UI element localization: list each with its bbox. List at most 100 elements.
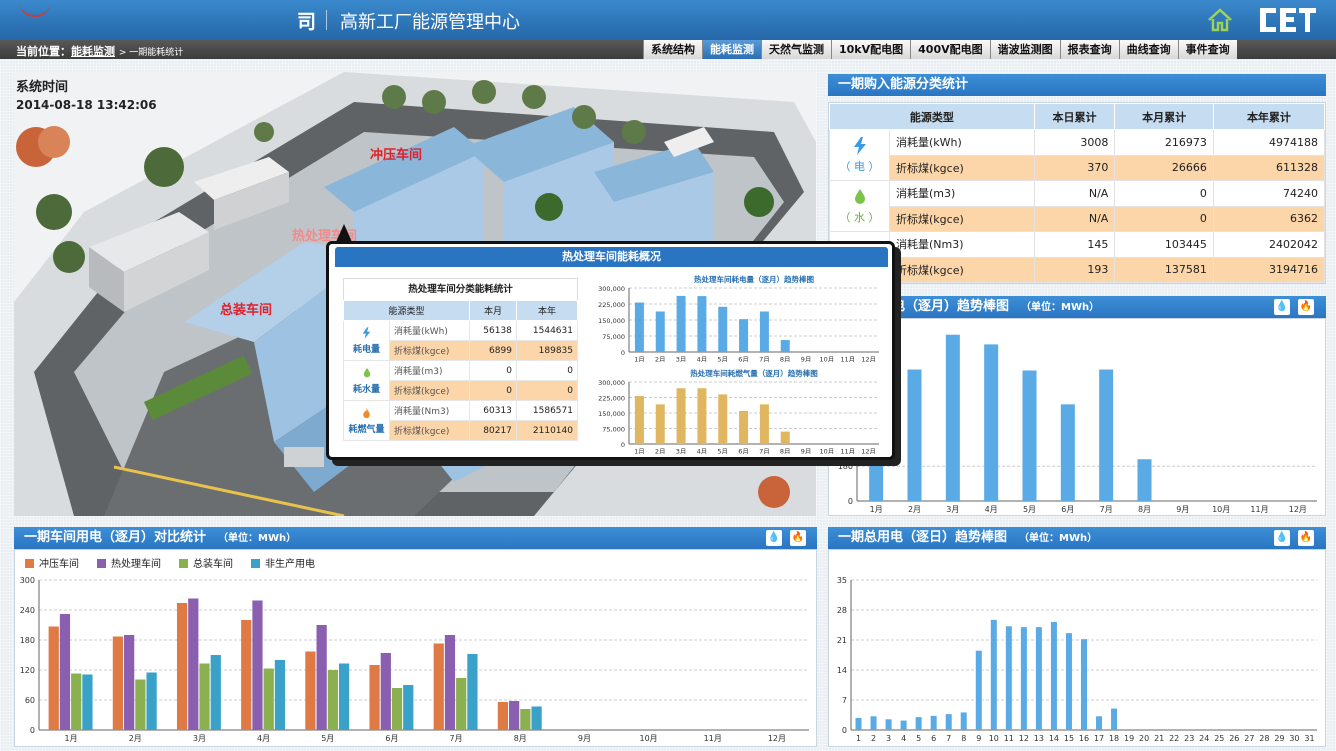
legend-item[interactable]: 总装车间 xyxy=(179,555,233,570)
bar xyxy=(509,701,520,730)
bar xyxy=(305,651,316,730)
legend-item[interactable]: 冲压车间 xyxy=(25,555,79,570)
value-cell: 216973 xyxy=(1114,129,1214,156)
label-stamping-workshop[interactable]: 冲压车间 xyxy=(370,144,422,163)
menu-curve-query[interactable]: 曲线查询 xyxy=(1118,40,1178,59)
bar xyxy=(403,685,414,730)
bar xyxy=(984,344,999,501)
menu-energy-monitor[interactable]: 能耗监测 xyxy=(702,40,761,59)
y-tick-label: 28 xyxy=(837,606,847,615)
bar xyxy=(59,614,71,730)
chart-title: 热处理车间耗电量（逐月）趋势棒图 xyxy=(694,274,814,284)
table-row: 折标煤(kgce) 193 137581 3194716 xyxy=(830,256,1326,283)
label-assembly-workshop[interactable]: 总装车间 xyxy=(220,299,272,318)
category-label: 耗燃气量 xyxy=(348,424,385,435)
value-cell: 56138 xyxy=(469,320,517,341)
y-tick-label: 225,000 xyxy=(598,301,625,309)
value-cell: 6362 xyxy=(1212,205,1326,232)
value-cell: 74240 xyxy=(1212,180,1326,207)
gas-filter-icon[interactable]: 🔥 xyxy=(1298,299,1314,315)
bar xyxy=(71,673,82,730)
metric-label: 折标煤(kgce) xyxy=(388,340,471,361)
x-tick-label: 5 xyxy=(916,734,921,743)
x-tick-label: 7月 xyxy=(1100,505,1113,514)
menu-10kv-diagram[interactable]: 10kV配电图 xyxy=(831,40,911,59)
value-cell: 0 xyxy=(1114,180,1214,207)
home-icon[interactable] xyxy=(1207,8,1233,32)
popup-title: 热处理车间能耗概况 xyxy=(335,247,888,267)
y-tick-label: 0 xyxy=(621,441,625,449)
bar xyxy=(697,388,707,444)
x-tick-label: 8月 xyxy=(780,448,791,455)
metric-label: 折标煤(kgce) xyxy=(889,256,1035,283)
x-tick-label: 16 xyxy=(1079,734,1089,743)
x-tick-label: 3 xyxy=(886,734,891,743)
popup-table-block: 热处理车间分类能耗统计 能源类型 本月 本年 耗电量 消耗量(kWh) 5613… xyxy=(342,278,579,441)
bar xyxy=(369,665,380,730)
value-cell: 4974188 xyxy=(1212,129,1326,156)
gas-filter-icon[interactable]: 🔥 xyxy=(1298,530,1314,546)
x-tick-label: 9月 xyxy=(578,734,591,743)
org-logo: 司 xyxy=(297,11,317,33)
menu-400v-diagram[interactable]: 400V配电图 xyxy=(910,40,990,59)
legend-item[interactable]: 热处理车间 xyxy=(97,555,161,570)
monthly-power-title: 电（逐月）趋势棒图 xyxy=(892,299,1010,314)
metric-label: 折标煤(kgce) xyxy=(388,420,471,441)
bar xyxy=(634,302,644,352)
compare-panel-header: 一期车间用电（逐月）对比统计 （单位：MWh） 💧 🔥 xyxy=(14,527,817,549)
table-row: 消耗量(Nm3) 145 103445 2402042 xyxy=(829,231,1326,283)
metric-label: 消耗量(Nm3) xyxy=(889,231,1035,258)
value-cell: 0 xyxy=(469,380,517,401)
x-tick-label: 6月 xyxy=(738,356,749,363)
category-gas: 耗燃气量 xyxy=(343,400,390,441)
water-filter-icon[interactable]: 💧 xyxy=(1274,530,1290,546)
bar xyxy=(1060,404,1075,501)
x-tick-label: 10 xyxy=(989,734,999,743)
category-label: （ 电 ） xyxy=(839,159,880,173)
menu-system-structure[interactable]: 系统结构 xyxy=(643,40,702,59)
menu-event-query[interactable]: 事件查询 xyxy=(1177,40,1237,59)
x-tick-label: 17 xyxy=(1094,734,1104,743)
daily-chart: 07142128351 2 3 4 5 6 7 8 9 10 11 12 13 14 15 16 17 18 19 2… xyxy=(837,576,1317,743)
x-tick-label: 1月 xyxy=(65,734,78,743)
category-label: 耗电量 xyxy=(352,344,380,355)
bar xyxy=(444,635,456,730)
water-filter-icon[interactable]: 💧 xyxy=(766,530,782,546)
x-tick-label: 7月 xyxy=(450,734,463,743)
bar xyxy=(274,660,286,730)
y-tick-label: 240 xyxy=(20,606,35,615)
category-electric: （ 电 ） xyxy=(829,129,890,181)
bar xyxy=(655,404,665,444)
energy-table: 能源类型 本日累计 本月累计 本年累计 （ 电 ） 消耗量(kWh) 3008 … xyxy=(829,103,1326,283)
category-electric: 耗电量 xyxy=(343,320,390,361)
metric-label: 消耗量(Nm3) xyxy=(388,400,471,421)
menu-report-query[interactable]: 报表查询 xyxy=(1059,40,1119,59)
y-tick-label: 75,000 xyxy=(602,426,625,434)
legend-label: 冲压车间 xyxy=(39,559,79,570)
legend-item[interactable]: 非生产用电 xyxy=(251,555,315,570)
y-tick-label: 14 xyxy=(837,666,847,675)
x-tick-label: 1月 xyxy=(634,356,645,363)
breadcrumb-current[interactable]: 能耗监测 xyxy=(71,45,115,58)
title-divider xyxy=(326,10,327,30)
x-tick-label: 20 xyxy=(1139,734,1149,743)
x-tick-label: 9月 xyxy=(1176,505,1189,514)
metric-label: 折标煤(kgce) xyxy=(889,154,1035,181)
x-tick-label: 21 xyxy=(1154,734,1164,743)
menu-gas-monitor[interactable]: 天然气监测 xyxy=(761,40,831,59)
y-tick-label: 0 xyxy=(848,497,853,506)
water-filter-icon[interactable]: 💧 xyxy=(1274,299,1290,315)
gas-filter-icon[interactable]: 🔥 xyxy=(790,530,806,546)
y-tick-label: 180 xyxy=(20,636,35,645)
x-tick-label: 11月 xyxy=(840,448,855,455)
heat-workshop-popup[interactable]: 热处理车间能耗概况 热处理车间分类能耗统计 能源类型 本月 本年 耗电量 消耗量… xyxy=(326,241,895,460)
x-tick-label: 4月 xyxy=(257,734,270,743)
col-energy-type: 能源类型 xyxy=(342,300,471,321)
monthly-power-chart: 0 180 1月 2月 3月 4月 5月 6月 7月 8月 9月 10月 11月 12月 xyxy=(838,327,1317,514)
x-tick-label: 2月 xyxy=(655,448,666,455)
value-cell: 0 xyxy=(515,380,579,401)
bar xyxy=(188,598,199,730)
y-tick-label: 225,000 xyxy=(598,395,625,403)
menu-harmonic-monitor[interactable]: 谐波监测图 xyxy=(989,40,1060,59)
lightning-icon xyxy=(853,136,866,155)
